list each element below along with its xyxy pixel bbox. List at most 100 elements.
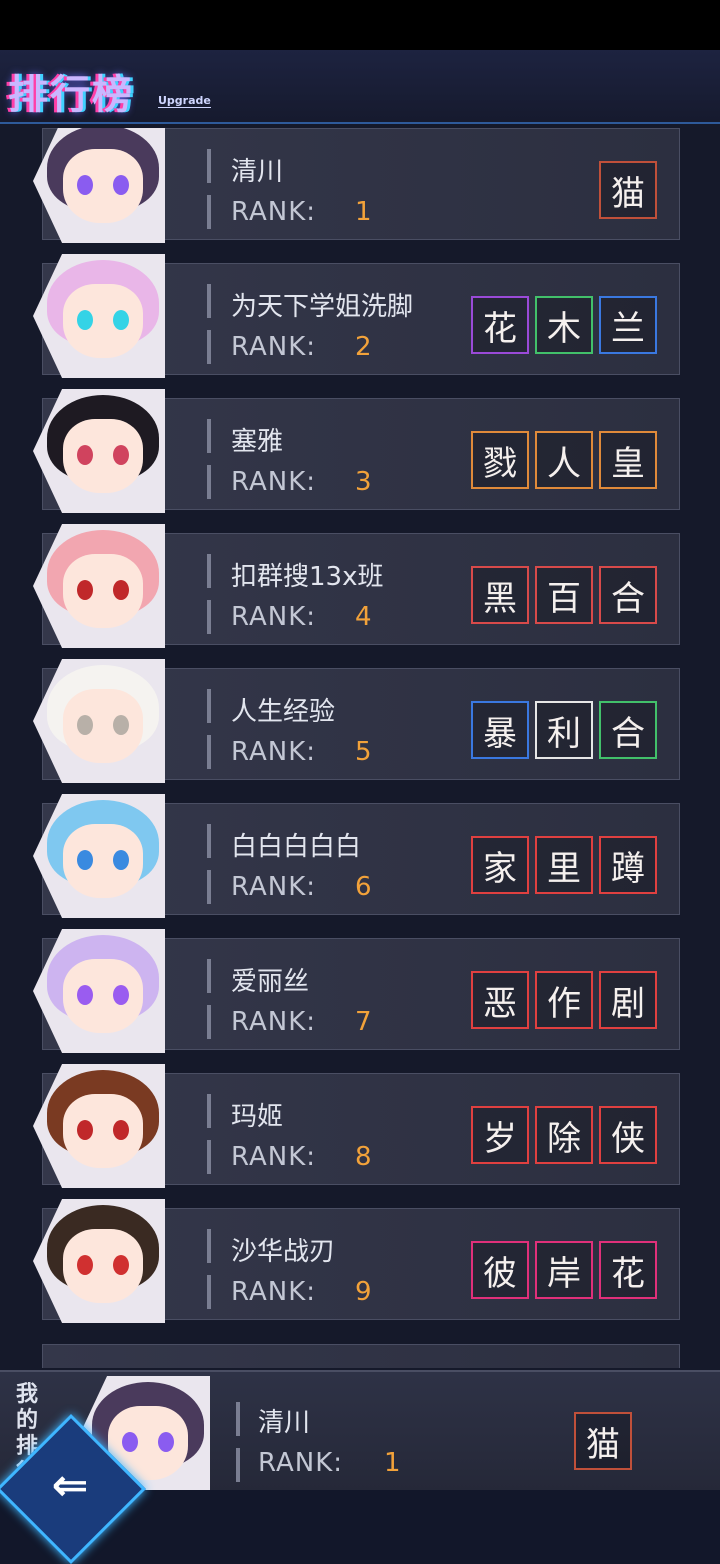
- avatar[interactable]: [33, 389, 165, 513]
- leaderboard-row[interactable]: 塞雅 RANK: 3 戮人皇: [33, 389, 680, 513]
- title-badges: 岁除侠: [471, 1106, 657, 1164]
- divider: [207, 1140, 211, 1174]
- title-char: 剧: [599, 971, 657, 1029]
- rank-value: 1: [355, 197, 372, 227]
- player-name: 扣群搜13x班: [231, 562, 384, 592]
- leaderboard-row[interactable]: 沙华战刃 RANK: 9 彼岸花: [33, 1199, 680, 1323]
- avatar-eye: [77, 985, 93, 1005]
- avatar-face: [63, 959, 143, 1033]
- title-char: 暴: [471, 701, 529, 759]
- title-char: 家: [471, 836, 529, 894]
- divider: [207, 554, 211, 588]
- leaderboard-row-partial[interactable]: [42, 1344, 680, 1368]
- title-char: 岸: [535, 1241, 593, 1299]
- avatar-eye: [113, 985, 129, 1005]
- divider: [207, 330, 211, 364]
- rank-value: 1: [384, 1448, 401, 1478]
- avatar-eye: [77, 715, 93, 735]
- rank-value: 3: [355, 467, 372, 497]
- avatar-face: [63, 824, 143, 898]
- avatar-face: [63, 284, 143, 358]
- avatar[interactable]: [33, 254, 165, 378]
- title-char: 猫: [599, 161, 657, 219]
- title-char: 人: [535, 431, 593, 489]
- rank-label: RANK:: [231, 1142, 317, 1172]
- title-badges: 恶作剧: [471, 971, 657, 1029]
- divider: [236, 1402, 240, 1436]
- avatar-eye: [113, 850, 129, 870]
- divider: [207, 735, 211, 769]
- avatar[interactable]: [33, 929, 165, 1053]
- player-name: 人生经验: [231, 697, 336, 727]
- avatar-eye: [122, 1432, 138, 1452]
- title-char: 黑: [471, 566, 529, 624]
- rank-value: 9: [355, 1277, 372, 1307]
- page-title: 排行榜: [8, 72, 134, 118]
- avatar-face: [63, 1229, 143, 1303]
- avatar[interactable]: [33, 659, 165, 783]
- rank-label: RANK:: [231, 602, 317, 632]
- avatar[interactable]: [33, 1064, 165, 1188]
- title-char: 作: [535, 971, 593, 1029]
- player-name: 白白白白白: [231, 832, 362, 862]
- avatar[interactable]: [33, 128, 165, 243]
- divider: [207, 1094, 211, 1128]
- rank-value: 7: [355, 1007, 372, 1037]
- avatar-eye: [113, 445, 129, 465]
- avatar-eye: [77, 445, 93, 465]
- divider: [207, 1229, 211, 1263]
- divider: [207, 419, 211, 453]
- rank-label: RANK:: [231, 332, 317, 362]
- rank-value: 4: [355, 602, 372, 632]
- avatar-eye: [77, 175, 93, 195]
- avatar-face: [63, 689, 143, 763]
- title-badges: 暴利合: [471, 701, 657, 759]
- page-header: 排行榜 Upgrade: [0, 50, 720, 124]
- rank-label: RANK:: [231, 872, 317, 902]
- title-char: 蹲: [599, 836, 657, 894]
- leaderboard-row[interactable]: 为天下学姐洗脚 RANK: 2 花木兰: [33, 254, 680, 378]
- rank-label: RANK:: [231, 197, 317, 227]
- title-char: 恶: [471, 971, 529, 1029]
- avatar[interactable]: [33, 524, 165, 648]
- player-name: 清川: [258, 1408, 311, 1438]
- rank-value: 2: [355, 332, 372, 362]
- avatar-eye: [113, 1120, 129, 1140]
- player-name: 沙华战刃: [231, 1237, 336, 1267]
- divider: [207, 959, 211, 993]
- rank-label: RANK:: [231, 1007, 317, 1037]
- avatar-eye: [113, 310, 129, 330]
- leaderboard-row[interactable]: 清川 RANK: 1 猫: [33, 128, 680, 243]
- leaderboard-row[interactable]: 扣群搜13x班 RANK: 4 黑百合: [33, 524, 680, 648]
- avatar-face: [63, 149, 143, 223]
- title-badges: 猫: [599, 161, 657, 219]
- title-char: 岁: [471, 1106, 529, 1164]
- player-name: 清川: [231, 157, 284, 187]
- title-badges: 猫: [574, 1412, 632, 1470]
- divider: [236, 1448, 240, 1482]
- title-char: 皇: [599, 431, 657, 489]
- rank-label: RANK:: [231, 737, 317, 767]
- leaderboard-row[interactable]: 玛姬 RANK: 8 岁除侠: [33, 1064, 680, 1188]
- avatar-eye: [77, 580, 93, 600]
- divider: [207, 600, 211, 634]
- avatar[interactable]: [33, 1199, 165, 1323]
- back-arrow-icon[interactable]: ⇐: [30, 1456, 110, 1516]
- title-char: 兰: [599, 296, 657, 354]
- leaderboard-row[interactable]: 白白白白白 RANK: 6 家里蹲: [33, 794, 680, 918]
- avatar-face: [63, 554, 143, 628]
- divider: [207, 1275, 211, 1309]
- avatar-eye: [77, 310, 93, 330]
- divider: [207, 1005, 211, 1039]
- leaderboard-row[interactable]: 爱丽丝 RANK: 7 恶作剧: [33, 929, 680, 1053]
- title-char: 合: [599, 701, 657, 759]
- rank-value: 6: [355, 872, 372, 902]
- leaderboard-list[interactable]: 清川 RANK: 1 猫为天下学姐洗脚 RANK: 2 花木兰塞雅 RANK: 3 戮人皇扣群搜1…: [0, 128, 720, 1368]
- divider: [207, 284, 211, 318]
- title-char: 侠: [599, 1106, 657, 1164]
- title-char: 彼: [471, 1241, 529, 1299]
- avatar[interactable]: [33, 794, 165, 918]
- title-char: 戮: [471, 431, 529, 489]
- leaderboard-row[interactable]: 人生经验 RANK: 5 暴利合: [33, 659, 680, 783]
- title-badges: 家里蹲: [471, 836, 657, 894]
